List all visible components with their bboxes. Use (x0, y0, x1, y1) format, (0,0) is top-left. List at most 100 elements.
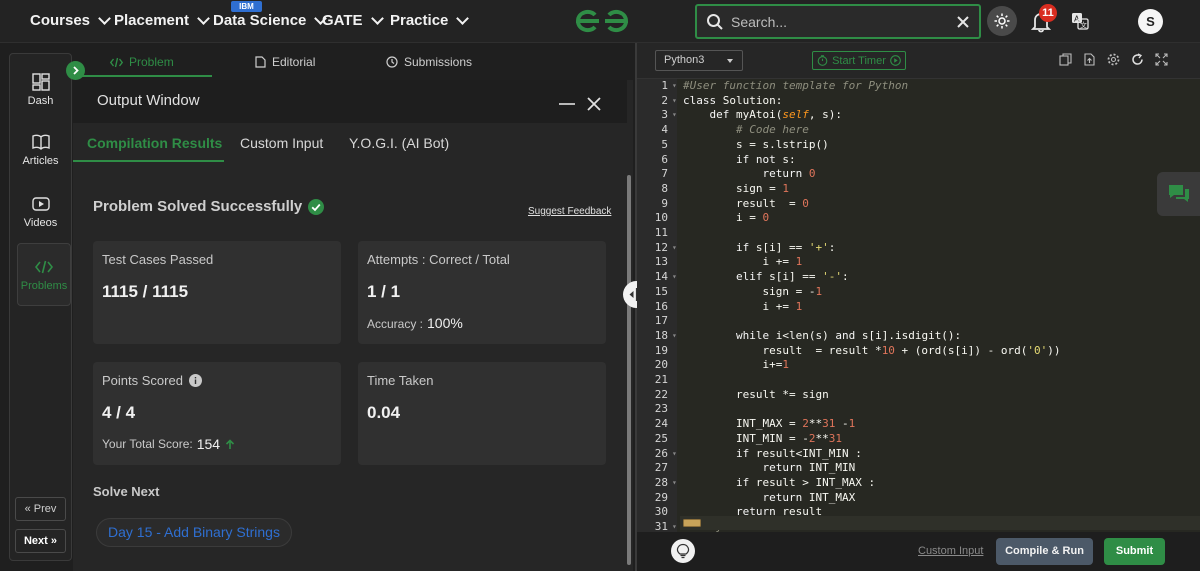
tab-submissions-label: Submissions (404, 55, 473, 69)
fold-toggle-icon[interactable]: ▾ (672, 241, 677, 255)
hint-button[interactable] (671, 539, 695, 563)
next-button[interactable]: Next » (15, 529, 66, 553)
code-line: result = 0 (683, 196, 809, 210)
settings-icon[interactable] (1107, 53, 1120, 66)
time-taken-value: 0.04 (367, 403, 401, 422)
code-editor[interactable]: 1 ▾ 2 ▾ 3 ▾ 4 5 6 7 8 9 10 11 12 ▾ 13 14 ▾ 15 16 17 18 ▾ 19 20 21 2… (637, 79, 1200, 532)
tab-editorial-label: Editorial (272, 55, 316, 69)
gfg-logo[interactable] (574, 7, 630, 35)
prev-button[interactable]: « Prev (15, 497, 66, 521)
code-line: INT_MIN = -2**31 (683, 431, 842, 445)
line-number: 20 (654, 358, 668, 372)
left-rail: Dash Articles Videos Problems « Prev Nex… (9, 53, 72, 561)
tab-yogi-ai-bot[interactable]: Y.O.G.I. (AI Bot) (349, 135, 449, 151)
rail-item-problems[interactable]: Problems (17, 243, 71, 306)
fold-toggle-icon[interactable]: ▾ (672, 329, 677, 343)
lightbulb-icon (676, 543, 690, 559)
line-number: 16 (654, 299, 668, 313)
attempts-label: Attempts : Correct / Total (367, 252, 510, 267)
chat-button[interactable] (1157, 172, 1200, 216)
output-scrollbar[interactable] (627, 175, 631, 565)
points-label-row: Points Scored (102, 373, 202, 388)
line-number: 23 (654, 402, 668, 416)
line-number: 25 (654, 431, 668, 445)
svg-text:文: 文 (1080, 21, 1087, 30)
solve-next-heading: Solve Next (93, 484, 160, 499)
custom-input-link[interactable]: Custom Input (918, 545, 983, 557)
fold-toggle-icon[interactable]: ▾ (672, 79, 677, 93)
search-placeholder: Search... (731, 14, 788, 30)
line-number: 11 (654, 226, 668, 239)
chevron-down-icon (456, 11, 470, 25)
nav-practice[interactable]: Practice (390, 11, 470, 29)
nav-gate[interactable]: GATE (322, 11, 384, 29)
total-score-row: Your Total Score: 154 (102, 436, 235, 452)
line-number: 18 (654, 328, 668, 342)
clear-search-icon[interactable] (956, 15, 970, 29)
rail-item-problems-label: Problems (20, 280, 68, 292)
line-number: 8 (661, 181, 668, 195)
compile-run-button[interactable]: Compile & Run (996, 538, 1093, 565)
rail-item-dash[interactable]: Dash (10, 73, 71, 107)
language-select[interactable]: Python3 (655, 50, 743, 71)
tab-problem[interactable]: Problem (110, 55, 174, 69)
tab-submissions[interactable]: Submissions (386, 55, 472, 69)
rail-item-videos[interactable]: Videos (10, 195, 71, 229)
close-icon[interactable] (587, 97, 601, 111)
code-line: result = result *10 + (ord(s[i]) - ord('… (683, 343, 1061, 357)
fold-toggle-icon[interactable]: ▾ (672, 476, 677, 490)
code-line: sign = 1 (683, 181, 789, 195)
collapse-panel-button[interactable] (66, 61, 85, 80)
tab-editorial[interactable]: Editorial (255, 55, 315, 69)
search-input[interactable]: Search... (695, 4, 981, 39)
code-line: i += 1 (683, 299, 803, 313)
suggest-feedback-link[interactable]: Suggest Feedback (528, 206, 611, 217)
code-line: return INT_MIN (762, 461, 856, 475)
info-icon[interactable] (188, 374, 202, 387)
theme-toggle-button[interactable] (987, 6, 1017, 36)
nav-courses[interactable]: Courses (30, 11, 111, 29)
chevron-right-icon (73, 66, 79, 75)
tab-compilation-results[interactable]: Compilation Results (87, 135, 222, 151)
line-number: 27 (654, 461, 668, 475)
caret-down-icon (727, 59, 733, 63)
tab-custom-input[interactable]: Custom Input (240, 135, 323, 151)
copy-icon[interactable] (1059, 53, 1072, 66)
notification-badge: 11 (1039, 4, 1057, 22)
fold-toggle-icon[interactable]: ▾ (672, 270, 677, 284)
nav-placement[interactable]: Placement (114, 11, 210, 29)
translate-icon[interactable]: A文 (1071, 12, 1089, 30)
code-line: def myAtoi(self, s): (709, 108, 842, 122)
next-problem-link[interactable]: Day 15 - Add Binary Strings (96, 518, 292, 547)
ibm-badge: IBM (231, 1, 262, 12)
nav-placement-label: Placement (114, 12, 190, 29)
output-window-header: Output Window (73, 80, 630, 123)
start-timer-button[interactable]: Start Timer (812, 51, 906, 70)
chevron-down-icon (98, 11, 111, 25)
minimize-icon[interactable] (559, 102, 575, 106)
reset-icon[interactable] (1131, 53, 1144, 66)
code-line: return 0 (762, 167, 816, 181)
upload-file-icon[interactable] (1083, 53, 1096, 66)
fold-toggle-icon[interactable]: ▾ (672, 94, 677, 108)
submit-button[interactable]: Submit (1104, 538, 1165, 565)
line-number: 21 (654, 373, 668, 386)
chevron-down-icon (370, 11, 384, 25)
stopwatch-icon (817, 55, 828, 66)
dashboard-icon (31, 73, 50, 91)
points-label: Points Scored (102, 373, 183, 388)
fold-toggle-icon[interactable]: ▾ (672, 108, 677, 122)
start-timer-label: Start Timer (832, 54, 886, 67)
line-number: 3 (661, 108, 668, 122)
nav-data-science[interactable]: Data Science (213, 11, 328, 29)
fullscreen-icon[interactable] (1155, 53, 1168, 66)
collapsed-code-marker-icon[interactable] (683, 519, 701, 527)
rail-item-articles[interactable]: Articles (10, 133, 71, 167)
avatar[interactable]: S (1138, 9, 1163, 34)
fold-toggle-icon[interactable]: ▾ (672, 447, 677, 461)
total-score-value: 154 (196, 436, 221, 452)
fold-toggle-icon[interactable]: ▾ (672, 520, 677, 532)
card-time-taken: Time Taken 0.04 (358, 362, 606, 465)
language-value: Python3 (664, 54, 705, 66)
code-line: i += 1 (683, 255, 803, 269)
